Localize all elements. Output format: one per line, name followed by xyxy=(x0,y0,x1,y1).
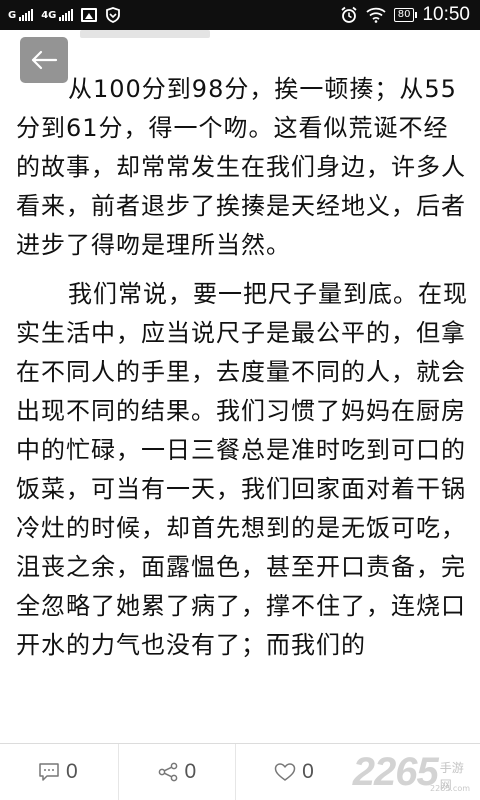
wifi-icon xyxy=(366,7,386,23)
gallery-notification-icon xyxy=(81,8,98,22)
status-right: 80 10:50 xyxy=(340,4,470,26)
alarm-icon xyxy=(341,6,357,23)
article-paragraph-2: 我们常说，要一把尺子量到底。在现实生活中，应当说尺子是最公平的，但拿在不同人的手… xyxy=(16,280,468,659)
sim2-signal-icon: 4G xyxy=(41,9,74,21)
sim2-label: 4G xyxy=(41,10,57,21)
battery-icon: 80 xyxy=(393,8,418,22)
status-left: G 4G xyxy=(8,7,121,23)
arrow-left-icon xyxy=(31,50,58,70)
share-icon xyxy=(158,762,177,782)
comment-icon xyxy=(39,763,59,781)
article-body: 从100分到98分，挨一顿揍；从55分到61分，得一个吻。这看似荒诞不经的故事，… xyxy=(16,70,470,665)
site-watermark: 2265 手游网 2265.com xyxy=(353,744,480,800)
comment-count: 0 xyxy=(66,760,78,783)
comment-button[interactable]: 0 xyxy=(0,744,118,800)
heart-icon xyxy=(274,763,296,781)
watermark-number: 2265 xyxy=(352,749,439,794)
back-button[interactable] xyxy=(20,37,68,83)
like-button[interactable]: 0 xyxy=(235,744,353,800)
share-count: 0 xyxy=(184,760,197,783)
sim1-label: G xyxy=(8,10,17,21)
like-count: 0 xyxy=(302,760,314,783)
title-fragment xyxy=(80,30,210,38)
article-paragraph-1: 从100分到98分，挨一顿揍；从55分到61分，得一个吻。这看似荒诞不经的故事，… xyxy=(16,75,466,259)
sim1-signal-icon: G xyxy=(8,9,34,21)
share-button[interactable]: 0 xyxy=(117,744,236,800)
status-bar: G 4G 80 10:50 xyxy=(0,0,480,30)
watermark-site: 2265.com xyxy=(430,784,471,793)
bottom-action-bar: 0 0 0 2265 手游网 2265.com xyxy=(0,743,480,800)
clock-time: 10:50 xyxy=(422,4,470,25)
shield-notification-icon xyxy=(106,7,121,23)
